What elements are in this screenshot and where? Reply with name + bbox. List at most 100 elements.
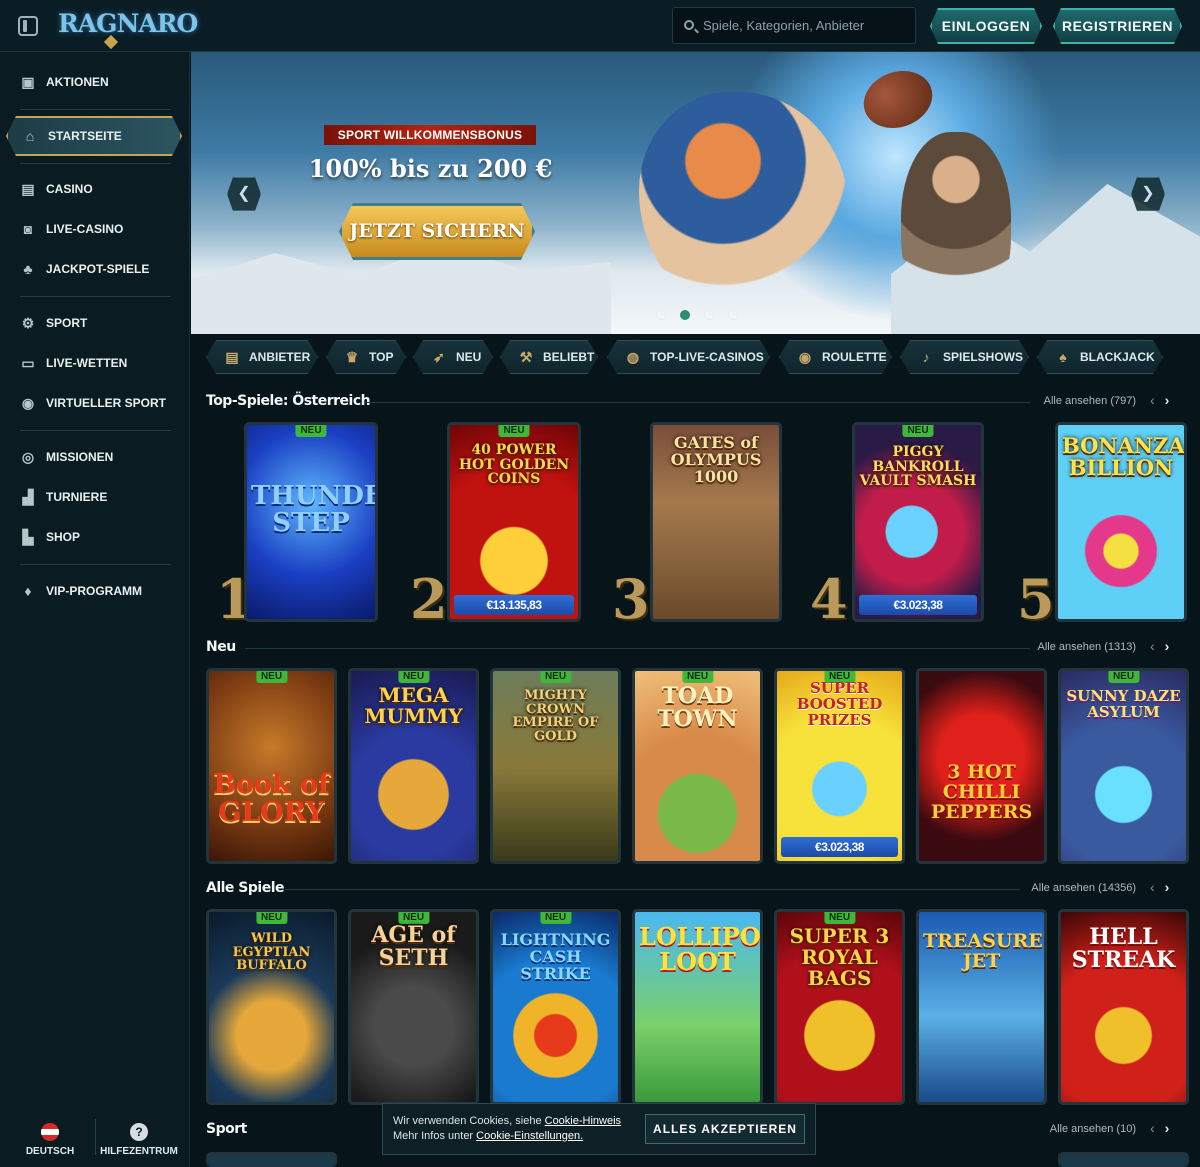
- game-tile-super-3-royal-bags[interactable]: NEU SUPER 3 ROYAL BAGS: [774, 909, 905, 1105]
- sidebar-item-label: AKTIONEN: [46, 75, 109, 89]
- carousel-next-button[interactable]: ❯: [1131, 177, 1165, 211]
- see-all-all-link[interactable]: Alle ansehen (14356): [1010, 882, 1136, 894]
- category-beliebt[interactable]: ⚒ BELIEBT: [500, 340, 598, 374]
- carousel-dot[interactable]: [704, 310, 714, 320]
- see-all-top-link[interactable]: Alle ansehen (797): [1030, 395, 1136, 407]
- game-tile-gates-of-olympus[interactable]: GATES of OLYMPUS 1000: [650, 422, 782, 622]
- sidebar-item-label: TURNIERE: [46, 490, 108, 504]
- sidebar-item-jackpot-spiele[interactable]: ♣ JACKPOT-SPIELE: [6, 252, 182, 286]
- see-all-sport-link[interactable]: Alle ansehen (10): [1020, 1123, 1136, 1135]
- game-tile-age-of-seth[interactable]: NEU AGE of SETH: [348, 909, 479, 1105]
- sidebar-item-sport[interactable]: ⚙ SPORT: [6, 306, 182, 340]
- register-button[interactable]: REGISTRIEREN: [1053, 8, 1182, 44]
- category-top[interactable]: ♛ TOP: [326, 340, 406, 374]
- claim-bonus-button[interactable]: JETZT SICHERN: [339, 203, 535, 260]
- game-title: WILD EGYPTIAN BUFFALO: [232, 931, 311, 974]
- cookie-notice-link[interactable]: Cookie-Hinweis: [545, 1115, 621, 1127]
- rank-number: 3: [612, 567, 650, 631]
- carousel-dot-active[interactable]: [680, 310, 690, 320]
- cookie-settings-link[interactable]: Cookie-Einstellungen.: [476, 1130, 583, 1142]
- prev-arrow-icon[interactable]: ‹: [1150, 1120, 1155, 1136]
- hero-banner[interactable]: SPORT WILLKOMMENSBONUS 100% bis zu 200 €…: [191, 52, 1200, 334]
- category-top-live-casinos[interactable]: ◍ TOP-LIVE-CASINOS: [607, 340, 770, 374]
- game-tile-super-boosted-prizes[interactable]: NEU SUPER BOOSTED PRIZES €3.023,38: [774, 668, 905, 864]
- sidebar-item-startseite[interactable]: ⌂ STARTSEITE: [6, 116, 182, 156]
- game-title: GATES of OLYMPUS 1000: [670, 433, 762, 486]
- help-icon: ?: [130, 1123, 148, 1141]
- section-title-all: Alle Spiele: [206, 880, 285, 896]
- next-arrow-icon[interactable]: ›: [1165, 1120, 1170, 1136]
- game-tile-mega-mummy[interactable]: NEU MEGA MUMMY: [348, 668, 479, 864]
- sidebar-item-turniere[interactable]: ▟ TURNIERE: [6, 480, 182, 514]
- sidebar-item-virtueller-sport[interactable]: ◉ VIRTUELLER SPORT: [6, 386, 182, 420]
- game-tile-lightning-cash-strike[interactable]: NEU LIGHTNING CASH STRIKE: [490, 909, 621, 1105]
- sidebar: ▣ AKTIONEN ⌂ STARTSEITE ▤ CASINO ◙ LIVE-CASI…: [0, 52, 190, 1167]
- carousel-prev-button[interactable]: ❮: [227, 177, 261, 211]
- accept-all-cookies-button[interactable]: ALLES AKZEPTIEREN: [645, 1114, 805, 1144]
- game-art: [1061, 1155, 1186, 1167]
- category-label: ANBIETER: [249, 350, 311, 364]
- sidebar-item-live-casino[interactable]: ◙ LIVE-CASINO: [6, 212, 182, 246]
- game-tile-toad-town[interactable]: NEU TOAD TOWN: [632, 668, 763, 864]
- carousel-dot[interactable]: [656, 310, 666, 320]
- category-neu[interactable]: ➶ NEU: [413, 340, 493, 374]
- game-tile-treasure-jet[interactable]: TREASURE JET: [916, 909, 1047, 1105]
- game-tile-lollipop-loot[interactable]: LOLLIPOP LOOT: [632, 909, 763, 1105]
- new-badge: NEU: [255, 912, 288, 924]
- help-center-link[interactable]: ? HILFEZENTRUM: [99, 1123, 179, 1157]
- prev-arrow-icon[interactable]: ‹: [1150, 879, 1155, 895]
- next-arrow-icon[interactable]: ›: [1165, 392, 1170, 408]
- next-arrow-icon[interactable]: ›: [1165, 879, 1170, 895]
- sidebar-item-shop[interactable]: ▙ SHOP: [6, 520, 182, 554]
- game-tile-40-power-hot[interactable]: NEU 40 POWER HOT GOLDEN COINS €13.135,83: [447, 422, 581, 622]
- sport-pager: ‹ ›: [1150, 1120, 1169, 1136]
- category-roulette[interactable]: ◉ ROULETTE: [779, 340, 892, 374]
- promo-headline: 100% bis zu 200 €: [308, 154, 553, 183]
- gift-icon: ▣: [21, 74, 35, 90]
- category-label: NEU: [456, 350, 482, 364]
- sidebar-item-aktionen[interactable]: ▣ AKTIONEN: [6, 65, 182, 99]
- login-button[interactable]: EINLOGGEN: [930, 8, 1042, 44]
- category-spielshows[interactable]: ♪ SPIELSHOWS: [900, 340, 1029, 374]
- game-title: 40 POWER HOT GOLDEN COINS: [458, 442, 570, 488]
- game-tile-book-of-glory[interactable]: NEU Book of GLORY: [206, 668, 337, 864]
- game-title: 3 HOT CHILLI PEPPERS: [930, 761, 1033, 823]
- logo[interactable]: RAGNARO: [58, 9, 198, 38]
- sidebar-item-live-wetten[interactable]: ▭ LIVE-WETTEN: [6, 346, 182, 380]
- sidebar-item-missionen[interactable]: ◎ MISSIONEN: [6, 440, 182, 474]
- prev-arrow-icon[interactable]: ‹: [1150, 392, 1155, 408]
- category-blackjack[interactable]: ♠ BLACKJACK: [1037, 340, 1163, 374]
- all-pager: ‹ ›: [1150, 879, 1169, 895]
- search-input[interactable]: [703, 8, 908, 43]
- game-tile-bonanza-billion[interactable]: BONANZA BILLION: [1055, 422, 1187, 622]
- sidebar-item-casino[interactable]: ▤ CASINO: [6, 172, 182, 206]
- sidebar-item-label: MISSIONEN: [46, 450, 114, 464]
- game-tile-sunny-daze-asylum[interactable]: NEU SUNNY DAZE ASYLUM: [1058, 668, 1189, 864]
- jackpot-amount: €13.135,83: [454, 595, 574, 615]
- next-arrow-icon[interactable]: ›: [1165, 638, 1170, 654]
- search-box[interactable]: [672, 7, 916, 44]
- prev-arrow-icon[interactable]: ‹: [1150, 638, 1155, 654]
- game-tile-3-hot-chilli-peppers[interactable]: 3 HOT CHILLI PEPPERS: [916, 668, 1047, 864]
- carousel-dot[interactable]: [728, 310, 738, 320]
- game-tile-piggy-bankroll[interactable]: NEU PIGGY BANKROLL VAULT SMASH €3.023,38: [852, 422, 984, 622]
- language-selector[interactable]: DEUTSCH: [10, 1123, 90, 1157]
- claim-bonus-label: JETZT SICHERN: [349, 220, 525, 242]
- target-icon: ◎: [21, 449, 35, 465]
- category-label: SPIELSHOWS: [943, 350, 1024, 364]
- game-tile-wild-egyptian-buffalo[interactable]: NEU WILD EGYPTIAN BUFFALO: [206, 909, 337, 1105]
- game-tile-mighty-crown[interactable]: NEU MIGHTY CROWN EMPIRE OF GOLD: [490, 668, 621, 864]
- game-tile-hell-streak[interactable]: HELL STREAK: [1058, 909, 1189, 1105]
- game-title: Book of GLORY: [213, 769, 330, 829]
- category-anbieter[interactable]: ▤ ANBIETER: [206, 340, 318, 374]
- game-tile-thunder-step[interactable]: NEU THUNDER STEP: [244, 422, 378, 622]
- game-tile-sport[interactable]: [206, 1152, 337, 1167]
- sidebar-divider: [20, 109, 171, 110]
- live-dealer-icon: ◙: [23, 221, 33, 237]
- see-all-new-link[interactable]: Alle ansehen (1313): [1020, 641, 1136, 653]
- new-badge: NEU: [1107, 671, 1140, 683]
- sidebar-item-vip-programm[interactable]: ♦ VIP-PROGRAMM: [6, 574, 182, 608]
- new-badge: NEU: [255, 671, 288, 683]
- sidebar-toggle-icon[interactable]: [18, 16, 38, 36]
- game-tile-sport[interactable]: [1058, 1152, 1189, 1167]
